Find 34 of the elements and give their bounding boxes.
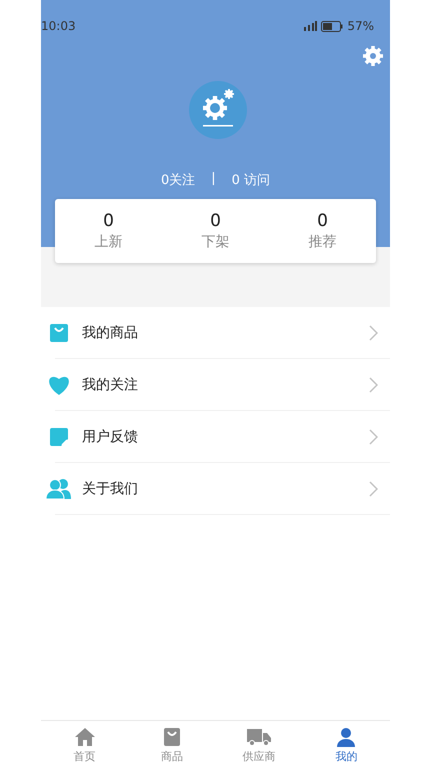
tab-item[interactable]: 我的 xyxy=(302,721,390,768)
counter-value: 0 xyxy=(103,211,114,231)
tab-item[interactable]: 供应商 xyxy=(216,721,303,768)
truck-icon xyxy=(246,727,272,747)
tab-item[interactable]: 商品 xyxy=(128,721,216,768)
menu-item[interactable]: 用户反馈 xyxy=(41,411,390,463)
counter-label: 上新 xyxy=(94,233,122,252)
person-icon xyxy=(335,727,358,747)
menu-item[interactable]: 我的关注 xyxy=(41,359,390,411)
heart-icon xyxy=(47,374,71,396)
logo-avatar xyxy=(188,81,246,139)
menu-item[interactable]: 我的商品 xyxy=(41,307,390,359)
settings-icon[interactable] xyxy=(362,45,384,67)
chevron-icon xyxy=(369,481,378,497)
signal-icon xyxy=(303,21,318,31)
chevron-icon xyxy=(369,377,378,393)
battery-percent: 57% xyxy=(347,19,374,33)
tab-item[interactable]: 首页 xyxy=(41,721,128,768)
counter-label: 下架 xyxy=(202,233,230,252)
counter-value: 0 xyxy=(210,211,221,231)
counter-value: 0 xyxy=(317,211,328,231)
stats-separator: | xyxy=(211,171,216,188)
chevron-icon xyxy=(369,429,378,445)
visit-count[interactable]: 0 访问 xyxy=(232,171,270,189)
battery-icon xyxy=(321,20,344,32)
home-icon xyxy=(74,727,96,747)
people-icon xyxy=(46,478,72,500)
note-icon xyxy=(49,427,69,447)
bag-icon xyxy=(49,323,69,343)
follow-count[interactable]: 0关注 xyxy=(160,171,196,189)
status-time: 10:03 xyxy=(41,19,76,33)
counter-label: 推荐 xyxy=(308,233,336,252)
menu-item[interactable]: 关于我们 xyxy=(41,463,390,515)
chevron-icon xyxy=(369,325,378,341)
